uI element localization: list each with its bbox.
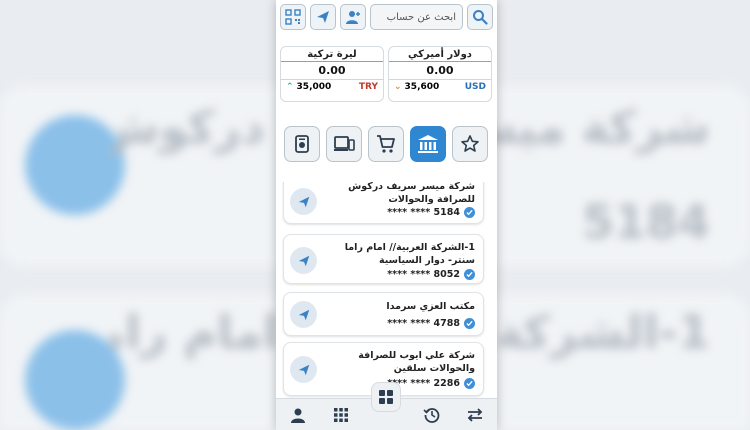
phone-screen: ابحث عن حساب ليرة تركية 0.00 ⌃ 35,000 TR… [276, 0, 497, 430]
top-bar: ابحث عن حساب [276, 0, 497, 34]
account-name: شركة ميسر سريف دركوش للصرافة والحوالات [348, 182, 475, 205]
bg-account-number: 5184 [581, 195, 710, 249]
currency-amount: 35,600 [404, 82, 440, 92]
send-button[interactable] [310, 4, 336, 30]
verified-check-icon [464, 269, 475, 280]
nav-apps[interactable] [328, 402, 354, 428]
nav-transfer[interactable] [462, 402, 488, 428]
currency-title: دولار أميركي [408, 49, 472, 60]
profile-icon [290, 408, 305, 423]
verified-check-icon [464, 207, 475, 218]
category-tabs [284, 126, 490, 164]
transfer-icon [467, 407, 483, 422]
list-item[interactable]: شركة ميسر سريف دركوش للصرافة والحوالات *… [283, 182, 484, 224]
devices-icon [334, 136, 355, 151]
currency-code: USD [464, 82, 486, 92]
send-to-account-button[interactable] [290, 247, 317, 274]
account-name: 1-الشركة العربية// امام راما سنتر- دوار … [344, 242, 475, 266]
tab-favorites[interactable] [452, 126, 488, 162]
currency-title: ليرة تركية [307, 49, 357, 60]
account-name: شركة علي ايوب للصرافة والحوالات سلقين [358, 350, 475, 374]
send-icon [298, 255, 309, 266]
account-number: **** **** 8052 [387, 269, 460, 280]
add-user-icon [346, 11, 360, 24]
verified-check-icon [464, 378, 475, 389]
account-list[interactable]: شركة ميسر سريف دركوش للصرافة والحوالات *… [280, 182, 493, 400]
account-number-row: **** **** 5184 [387, 207, 475, 218]
apps-grid-icon [334, 407, 349, 422]
search-icon [473, 10, 488, 25]
double-chevron-down-icon: ⌄ [394, 82, 402, 92]
send-icon [317, 11, 329, 23]
currency-value: 0.00 [281, 61, 383, 80]
account-number-row: **** **** 4788 [387, 318, 475, 329]
send-icon [298, 364, 309, 375]
add-user-button[interactable] [340, 4, 366, 30]
currency-footer: ⌃ 35,000 TRY [281, 80, 383, 94]
currency-code: TRY [358, 82, 378, 92]
list-item[interactable]: مكتب العزي سرمدا **** **** 4788 [283, 292, 484, 336]
account-number-row: **** **** 8052 [387, 269, 475, 280]
tab-devices[interactable] [326, 126, 362, 162]
wallet-icon [295, 135, 309, 153]
send-icon [298, 309, 309, 320]
currency-card-usd[interactable]: دولار أميركي 0.00 ⌄ 35,600 USD [388, 46, 492, 102]
history-icon [423, 407, 440, 423]
star-icon [461, 135, 479, 152]
home-button[interactable] [371, 382, 401, 412]
currency-card-try[interactable]: ليرة تركية 0.00 ⌃ 35,000 TRY [280, 46, 384, 102]
send-icon [298, 196, 309, 207]
account-name: مكتب العزي سرمدا [386, 301, 475, 312]
tab-banks[interactable] [410, 126, 446, 162]
bank-icon [418, 135, 438, 153]
list-item[interactable]: 1-الشركة العربية// امام راما سنتر- دوار … [283, 234, 484, 284]
cart-icon [377, 135, 395, 153]
nav-history[interactable] [419, 402, 445, 428]
currency-amount: 35,000 [296, 82, 332, 92]
double-chevron-up-icon: ⌃ [286, 82, 294, 92]
currency-footer: ⌄ 35,600 USD [389, 80, 491, 94]
qr-scan-button[interactable] [280, 4, 306, 30]
search-input[interactable]: ابحث عن حساب [370, 4, 463, 30]
tab-wallet[interactable] [284, 126, 320, 162]
send-to-account-button[interactable] [290, 188, 317, 215]
search-button[interactable] [467, 4, 493, 30]
qr-icon [285, 9, 301, 25]
send-to-account-button[interactable] [290, 301, 317, 328]
account-number: **** **** 4788 [387, 318, 460, 329]
tab-shopping[interactable] [368, 126, 404, 162]
verified-check-icon [464, 318, 475, 329]
account-number: **** **** 5184 [387, 207, 460, 218]
home-grid-icon [379, 390, 393, 404]
currency-value: 0.00 [389, 61, 491, 80]
currency-balances: ليرة تركية 0.00 ⌃ 35,000 TRY دولار أميرك… [280, 46, 492, 102]
send-to-account-button[interactable] [290, 356, 317, 383]
nav-profile[interactable] [285, 402, 311, 428]
